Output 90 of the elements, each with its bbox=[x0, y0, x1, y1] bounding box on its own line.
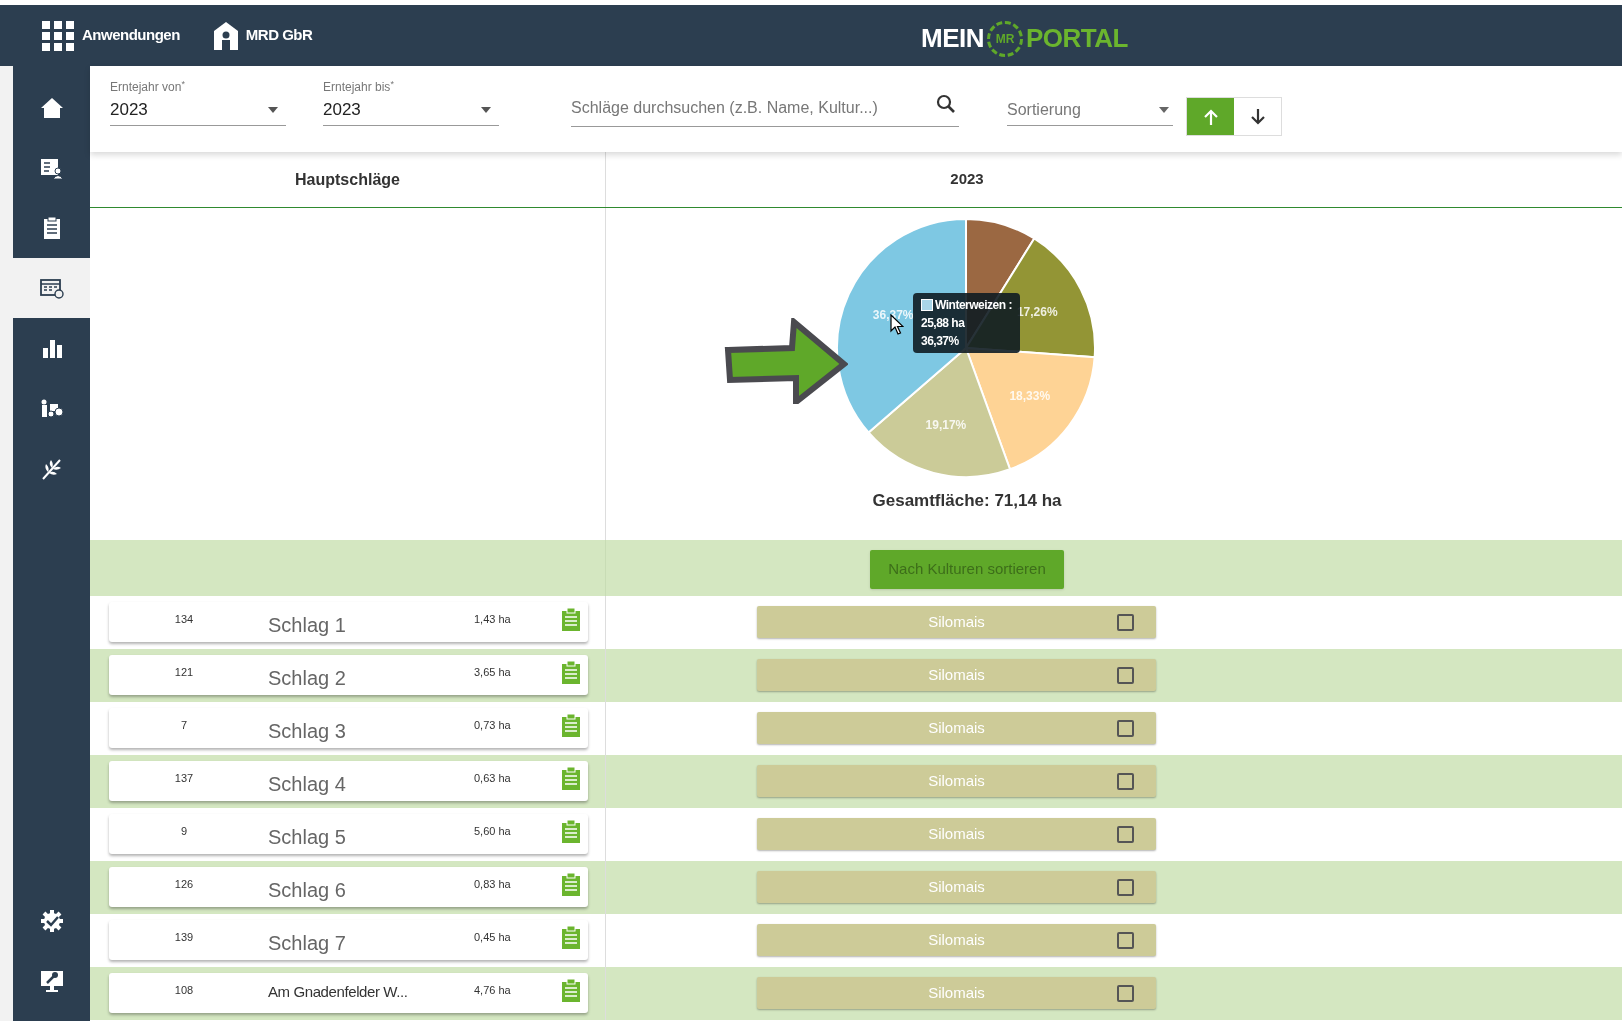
field-number: 139 bbox=[173, 930, 195, 945]
clipboard-icon[interactable] bbox=[562, 608, 580, 631]
tooltip-label: Winterweizen : bbox=[935, 297, 1012, 314]
field-card[interactable]: 108 Am Gnadenfelder W... 4,76 ha bbox=[109, 973, 588, 1013]
field-card[interactable]: 134 Schlag 1 1,43 ha bbox=[109, 602, 588, 642]
crop-name: Silomais bbox=[927, 876, 986, 897]
clipboard-icon[interactable] bbox=[562, 820, 580, 843]
sidebar-item[interactable] bbox=[13, 258, 90, 318]
field-name: Schlag 6 bbox=[268, 878, 347, 903]
checkbox[interactable] bbox=[1117, 825, 1134, 843]
field-area: 5,60 ha bbox=[474, 823, 534, 840]
checkbox[interactable] bbox=[1117, 613, 1134, 631]
checkbox[interactable] bbox=[1117, 666, 1134, 684]
field-card[interactable]: 7 Schlag 3 0,73 ha bbox=[109, 708, 588, 748]
logo-badge: MR bbox=[987, 20, 1023, 57]
sort-select[interactable]: Sortierung bbox=[1007, 94, 1173, 126]
field-card[interactable]: 121 Schlag 2 3,65 ha bbox=[109, 655, 588, 695]
field-number: 134 bbox=[173, 612, 195, 627]
field-name: Schlag 1 bbox=[268, 613, 347, 638]
home-icon bbox=[39, 96, 64, 120]
year-select[interactable]: 2023 bbox=[110, 94, 286, 126]
field-number: 108 bbox=[173, 983, 195, 998]
field-name: Am Gnadenfelder W... bbox=[268, 982, 409, 1002]
field-area: 4,76 ha bbox=[474, 982, 534, 999]
year-select[interactable]: 2023 bbox=[323, 94, 499, 126]
field-name: Schlag 4 bbox=[268, 772, 347, 797]
search-icon[interactable] bbox=[936, 94, 956, 114]
caret-icon bbox=[1159, 106, 1169, 113]
tooltip-value: 36,37% bbox=[921, 333, 960, 350]
gear-check-icon bbox=[39, 909, 64, 933]
clipboard-icon[interactable] bbox=[562, 979, 580, 1002]
clipboard-icon[interactable] bbox=[562, 661, 580, 684]
field-area: 1,43 ha bbox=[474, 611, 534, 628]
field-number: 137 bbox=[173, 771, 195, 786]
checkbox[interactable] bbox=[1117, 719, 1134, 737]
form-person-icon bbox=[39, 156, 64, 180]
clipboard-icon[interactable] bbox=[562, 926, 580, 949]
total-area: Gesamtfläche: 71,14 ha bbox=[606, 488, 1328, 514]
house-icon bbox=[213, 21, 238, 50]
logo-text: PORTAL bbox=[1026, 22, 1128, 55]
slice-label: 36,37% bbox=[872, 307, 914, 322]
field-name: Schlag 2 bbox=[268, 666, 347, 691]
field-label: Erntejahr bis$^{*}$ bbox=[323, 80, 395, 94]
field-number: 126 bbox=[173, 877, 195, 892]
crop-name: Silomais bbox=[927, 982, 986, 1003]
checkbox[interactable] bbox=[1117, 984, 1134, 1002]
field-area: 0,45 ha bbox=[474, 929, 534, 946]
crop-name: Silomais bbox=[927, 717, 986, 738]
crop-name: Silomais bbox=[927, 770, 986, 791]
checkbox[interactable] bbox=[1117, 772, 1134, 790]
crop-name: Silomais bbox=[927, 823, 986, 844]
field-number: 7 bbox=[179, 718, 189, 733]
column-header: 2023 bbox=[950, 169, 984, 190]
monitor-wrench-icon bbox=[39, 969, 64, 993]
slice-label: 18,33% bbox=[1009, 389, 1051, 404]
field-area: 0,73 ha bbox=[474, 717, 534, 734]
checkbox[interactable] bbox=[1117, 931, 1134, 949]
clipboard-icon[interactable] bbox=[562, 873, 580, 896]
tooltip-value: 25,88 ha bbox=[921, 315, 966, 332]
apps-grid-icon[interactable] bbox=[42, 20, 74, 51]
apps-link[interactable]: Anwendungen bbox=[82, 24, 180, 47]
field-card[interactable]: 126 Schlag 6 0,83 ha bbox=[109, 867, 588, 907]
crop-name: Silomais bbox=[927, 611, 986, 632]
checkbox[interactable] bbox=[1117, 878, 1134, 896]
legend-swatch bbox=[921, 299, 933, 311]
field-name: Schlag 3 bbox=[268, 719, 347, 744]
calendar-clock-icon bbox=[39, 276, 64, 300]
slice-label: 19,17% bbox=[925, 418, 967, 433]
clipboard-icon[interactable] bbox=[562, 714, 580, 737]
crop-name: Silomais bbox=[927, 664, 986, 685]
field-card[interactable]: 9 Schlag 5 5,60 ha bbox=[109, 814, 588, 854]
column-header: Hauptschläge bbox=[295, 169, 400, 190]
company-name[interactable]: MRD GbR bbox=[245, 24, 313, 47]
field-area: 0,83 ha bbox=[474, 876, 534, 893]
field-name: Schlag 7 bbox=[268, 931, 347, 956]
field-area: 0,63 ha bbox=[474, 770, 534, 787]
field-number: 121 bbox=[173, 665, 195, 680]
caret-icon bbox=[268, 106, 278, 113]
logo-text: MEIN bbox=[921, 22, 984, 55]
field-card[interactable]: 137 Schlag 4 0,63 ha bbox=[109, 761, 588, 801]
clipboard-icon[interactable] bbox=[562, 767, 580, 790]
caret-icon bbox=[481, 106, 491, 113]
field-label: Erntejahr von$^{*}$ bbox=[110, 80, 186, 94]
field-area: 3,65 ha bbox=[474, 664, 534, 681]
crop-name: Silomais bbox=[927, 929, 986, 950]
field-card[interactable]: 139 Schlag 7 0,45 ha bbox=[109, 920, 588, 960]
field-number: 9 bbox=[179, 824, 189, 839]
arrow-down-icon bbox=[1248, 107, 1267, 126]
field-name: Schlag 5 bbox=[268, 825, 347, 850]
search-field[interactable]: Schläge durchsuchen (z.B. Name, Kultur...) bbox=[571, 90, 959, 127]
